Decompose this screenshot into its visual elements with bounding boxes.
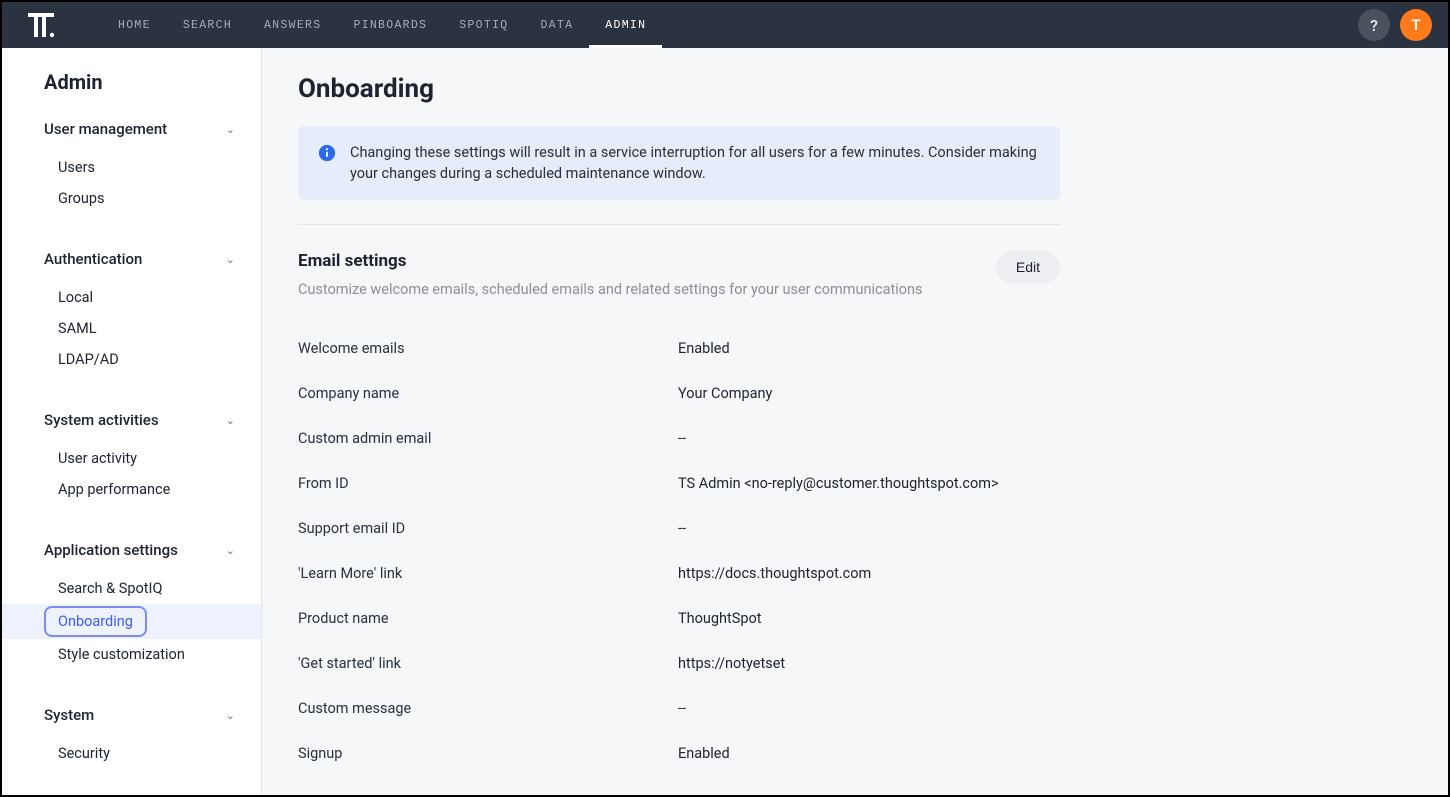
page-title: Onboarding — [298, 74, 1412, 104]
top-nav: HOME SEARCH ANSWERS PINBOARDS SPOTIQ DAT… — [2, 2, 1448, 48]
row-val: ThoughtSpot — [678, 610, 762, 627]
row-key: From ID — [298, 475, 678, 492]
row-val: -- — [678, 430, 686, 447]
sidebar-item-users[interactable]: Users — [2, 152, 261, 183]
sidebar-heading-system[interactable]: System ⌄ — [2, 698, 261, 732]
row-val: Enabled — [678, 745, 730, 762]
sidebar-item-local[interactable]: Local — [2, 282, 261, 313]
sidebar-heading-label: Application settings — [44, 541, 178, 559]
avatar[interactable]: T — [1400, 9, 1432, 41]
sidebar-heading-application-settings[interactable]: Application settings ⌄ — [2, 533, 261, 567]
row-val: -- — [678, 520, 686, 537]
sidebar-item-groups[interactable]: Groups — [2, 183, 261, 214]
nav-pinboards[interactable]: PINBOARDS — [337, 2, 443, 48]
chevron-down-icon: ⌄ — [226, 414, 235, 427]
row-key: Custom admin email — [298, 430, 678, 447]
chevron-down-icon: ⌄ — [226, 123, 235, 136]
main-content: Onboarding Changing these settings will … — [262, 48, 1448, 795]
sidebar-item-onboarding[interactable]: Onboarding — [2, 604, 261, 639]
row-key: Product name — [298, 610, 678, 627]
row-val: TS Admin <no-reply@customer.thoughtspot.… — [678, 475, 999, 492]
nav-answers[interactable]: ANSWERS — [248, 2, 337, 48]
logo[interactable] — [26, 2, 66, 48]
chevron-down-icon: ⌄ — [226, 544, 235, 557]
row-key: Custom message — [298, 700, 678, 717]
info-alert: Changing these settings will result in a… — [298, 126, 1060, 200]
chevron-down-icon: ⌄ — [226, 253, 235, 266]
sidebar-title: Admin — [2, 70, 261, 112]
sidebar-heading-label: System activities — [44, 411, 159, 429]
sidebar-heading-system-activities[interactable]: System activities ⌄ — [2, 403, 261, 437]
alert-text: Changing these settings will result in a… — [350, 142, 1040, 184]
info-icon — [318, 144, 336, 162]
sidebar-heading-label: Authentication — [44, 250, 142, 268]
sidebar-item-user-activity[interactable]: User activity — [2, 443, 261, 474]
nav-spotiq[interactable]: SPOTIQ — [443, 2, 524, 48]
logo-icon — [26, 11, 56, 39]
nav-search[interactable]: SEARCH — [167, 2, 248, 48]
sidebar-heading-label: User management — [44, 120, 167, 138]
nav-items: HOME SEARCH ANSWERS PINBOARDS SPOTIQ DAT… — [102, 2, 662, 48]
sidebar-item-saml[interactable]: SAML — [2, 313, 261, 344]
edit-button[interactable]: Edit — [996, 251, 1060, 283]
row-key: Welcome emails — [298, 340, 678, 357]
section-title-email: Email settings — [298, 251, 923, 271]
sidebar-heading-user-management[interactable]: User management ⌄ — [2, 112, 261, 146]
row-key: Company name — [298, 385, 678, 402]
sidebar-item-security[interactable]: Security — [2, 738, 261, 769]
sidebar-item-style-customization[interactable]: Style customization — [2, 639, 261, 670]
sidebar: Admin User management ⌄ Users Groups Aut… — [2, 48, 262, 795]
row-key: 'Learn More' link — [298, 565, 678, 582]
sidebar-item-ldap[interactable]: LDAP/AD — [2, 344, 261, 375]
nav-data[interactable]: DATA — [524, 2, 589, 48]
sidebar-item-label: Onboarding — [44, 606, 147, 637]
row-val: Your Company — [678, 385, 772, 402]
row-key: 'Get started' link — [298, 655, 678, 672]
section-desc-email: Customize welcome emails, scheduled emai… — [298, 281, 923, 298]
chevron-down-icon: ⌄ — [226, 709, 235, 722]
sidebar-item-app-performance[interactable]: App performance — [2, 474, 261, 505]
sidebar-heading-label: System — [44, 706, 94, 724]
divider — [298, 224, 1060, 225]
row-val: Enabled — [678, 340, 730, 357]
email-settings-list: Welcome emailsEnabled Company nameYour C… — [298, 326, 1060, 776]
row-key: Support email ID — [298, 520, 678, 537]
sidebar-heading-authentication[interactable]: Authentication ⌄ — [2, 242, 261, 276]
row-val: https://docs.thoughtspot.com — [678, 565, 871, 582]
nav-admin[interactable]: ADMIN — [589, 2, 662, 48]
help-button[interactable]: ? — [1358, 9, 1390, 41]
row-key: Signup — [298, 745, 678, 762]
nav-home[interactable]: HOME — [102, 2, 167, 48]
sidebar-item-search-spotiq[interactable]: Search & SpotIQ — [2, 573, 261, 604]
row-val: https://notyetset — [678, 655, 785, 672]
row-val: -- — [678, 700, 686, 717]
